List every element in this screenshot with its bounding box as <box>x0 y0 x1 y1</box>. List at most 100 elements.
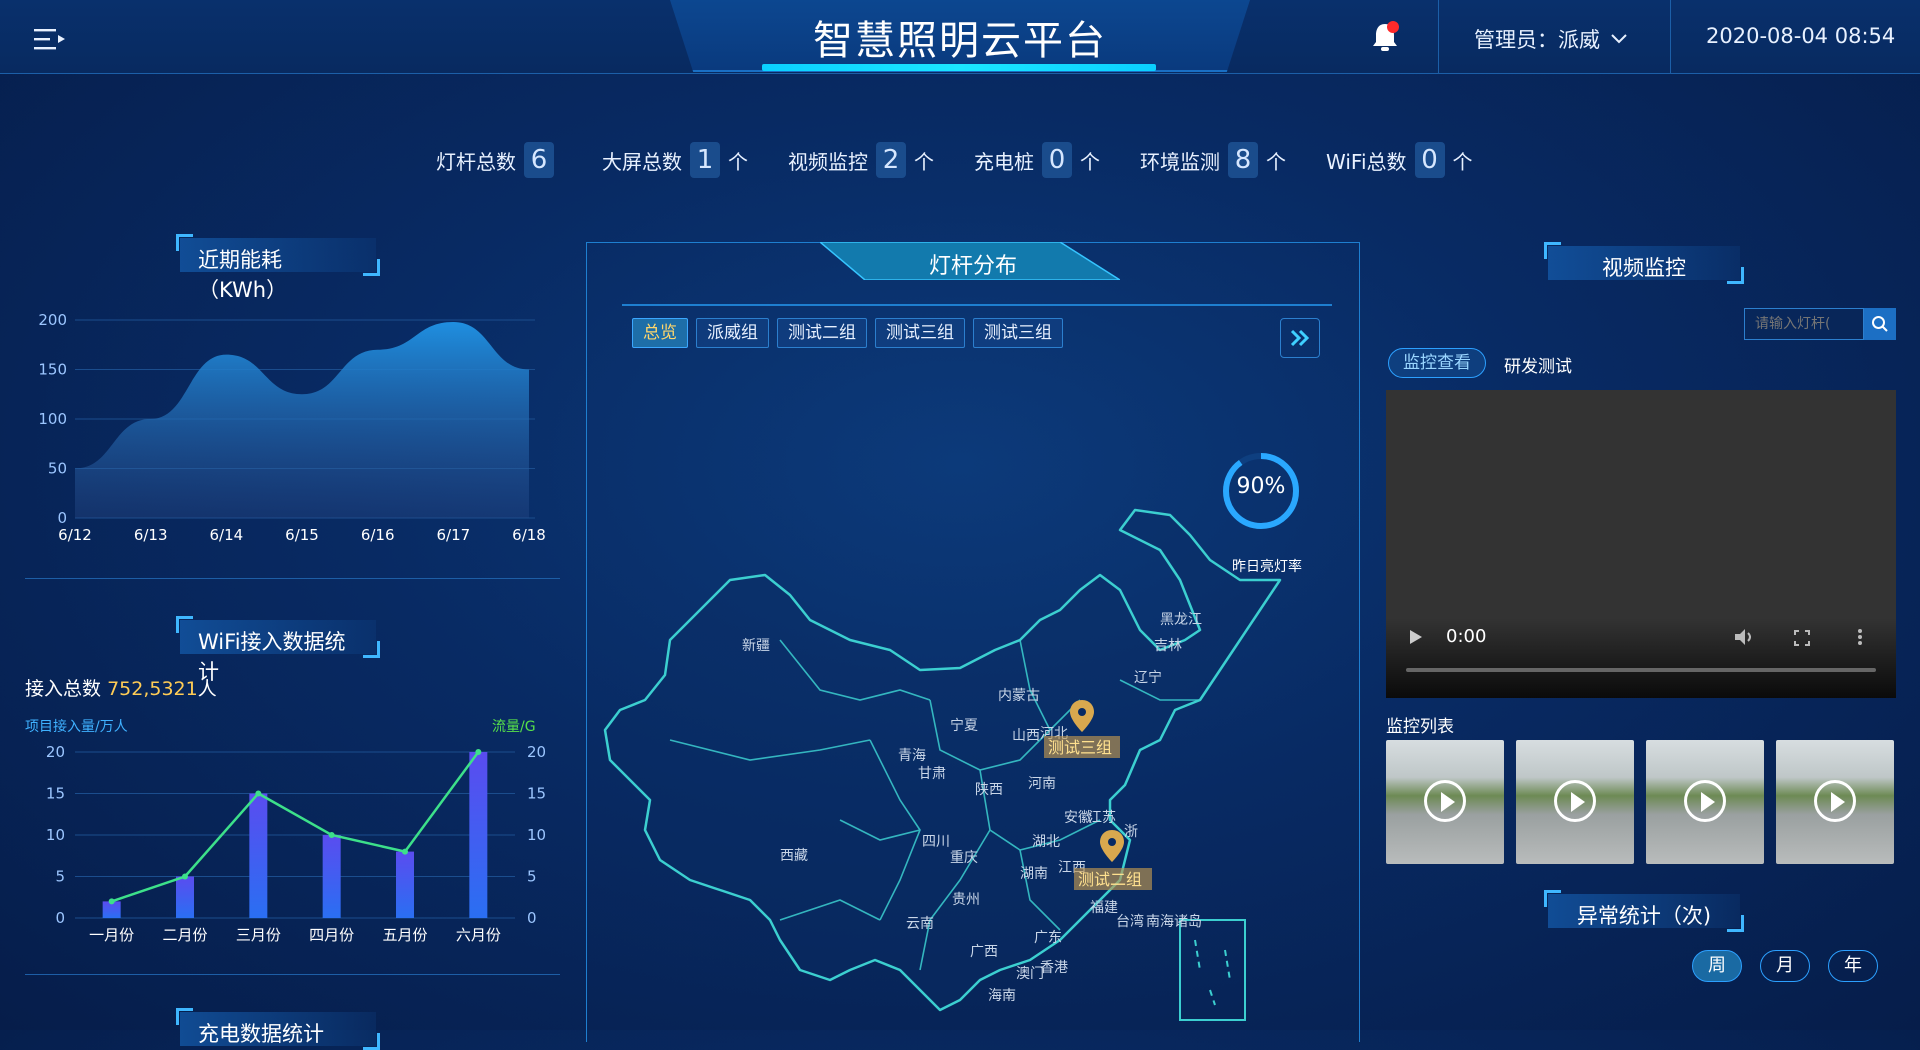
play-icon[interactable] <box>1408 628 1424 646</box>
x-tick-label: 6/15 <box>285 526 319 544</box>
play-circle-icon <box>1554 780 1596 822</box>
province-label: 陕西 <box>975 782 1003 798</box>
x-tick-label: 6/18 <box>512 526 546 544</box>
province-label: 云南 <box>906 916 934 932</box>
y2-tick-label: 0 <box>527 909 537 927</box>
period-week-button[interactable]: 周 <box>1692 950 1742 982</box>
y-tick-label: 20 <box>46 743 65 761</box>
province-label: 黑龙江 <box>1160 612 1202 628</box>
province-label: 江苏 <box>1088 810 1116 826</box>
count-label: 充电桩 <box>974 149 1034 174</box>
count-value: 1 <box>690 142 720 178</box>
wifi-bar <box>396 851 414 918</box>
province-label: 青海 <box>898 748 926 764</box>
monitor-thumbnail[interactable] <box>1386 740 1504 864</box>
traffic-point <box>108 898 115 905</box>
menu-toggle-icon[interactable] <box>34 27 66 51</box>
map-title: 灯杆分布 <box>928 254 1017 279</box>
province-label: 新疆 <box>742 638 770 654</box>
count-value: 0 <box>1414 142 1445 178</box>
y-tick-label: 100 <box>38 410 67 428</box>
count-label: 环境监测 <box>1140 149 1220 174</box>
wifi-bar-line-chart: 0 5 10 15 20 0 5 10 15 20 一月份 二月份 三月份 四月份 五月份 六月份 <box>46 743 546 944</box>
traffic-point <box>255 790 262 797</box>
monitor-thumbnail[interactable] <box>1776 740 1894 864</box>
x-tick-label: 四月份 <box>309 926 354 944</box>
tab-rd-test[interactable]: 研发测试 <box>1504 352 1572 377</box>
x-tick-label: 二月份 <box>162 926 207 944</box>
charge-section-title: 充电数据统计 <box>176 1008 380 1050</box>
y-tick-label: 150 <box>38 361 67 379</box>
period-month-button[interactable]: 月 <box>1760 950 1810 982</box>
lighting-rate-value: 90% <box>1236 474 1286 499</box>
y-tick-label: 0 <box>57 509 67 527</box>
province-label: 西藏 <box>780 848 808 864</box>
abnormal-section-title: 异常统计（次) <box>1544 890 1744 932</box>
province-label: 浙 <box>1124 824 1138 840</box>
tab-paiwei-group[interactable]: 派威组 <box>696 318 769 348</box>
energy-section-title: 近期能耗（KWh） <box>176 234 380 302</box>
province-label: 湖南 <box>1020 866 1048 882</box>
tab-test-group-2[interactable]: 测试二组 <box>777 318 867 348</box>
x-tick-label: 6/12 <box>58 526 92 544</box>
admin-dropdown[interactable]: 管理员：派威 <box>1474 24 1628 54</box>
group-tabs: 总览 派威组 测试二组 测试三组 测试三组 <box>632 318 1063 348</box>
wifi-bar <box>249 793 268 918</box>
volume-icon[interactable] <box>1734 628 1756 646</box>
x-tick-label: 三月份 <box>236 926 281 944</box>
next-tabs-button[interactable] <box>1280 318 1320 358</box>
count-unit: 个 <box>1266 149 1286 174</box>
province-label: 山西 <box>1012 728 1040 744</box>
province-label: 香港 <box>1040 960 1068 976</box>
video-player[interactable]: 0:00 <box>1386 390 1896 698</box>
monitor-thumbnail[interactable] <box>1646 740 1764 864</box>
province-label: 四川 <box>922 834 950 850</box>
count-value: 8 <box>1228 142 1258 178</box>
monitor-list-label: 监控列表 <box>1386 717 1454 737</box>
y-tick-label: 50 <box>48 460 67 478</box>
device-counts: 灯杆总数 6 大屏总数 1 个 视频监控 2 个 充电桩 0 个 环境监测 8 … <box>436 142 1513 178</box>
y-tick-label: 15 <box>46 785 65 803</box>
count-label: 大屏总数 <box>602 149 682 174</box>
wifi-bar <box>176 876 194 918</box>
search-button[interactable] <box>1864 308 1896 340</box>
count-value: 0 <box>1042 142 1072 178</box>
wifi-bar <box>322 835 341 918</box>
tab-monitor-view[interactable]: 监控查看 <box>1388 348 1486 378</box>
y-tick-label: 5 <box>55 868 65 886</box>
wifi-total-value: 752,5321 <box>107 678 198 700</box>
province-label: 甘肃 <box>918 766 946 782</box>
double-chevron-right-icon <box>1290 329 1310 347</box>
notification-bell-icon[interactable] <box>1370 20 1400 54</box>
province-label: 辽宁 <box>1134 669 1162 686</box>
count-item-screens: 大屏总数 1 个 <box>602 142 748 178</box>
y-tick-label: 10 <box>46 826 65 844</box>
period-year-button[interactable]: 年 <box>1828 950 1878 982</box>
play-circle-icon <box>1424 780 1466 822</box>
wifi-total: 接入总数 752,5321人 <box>25 674 217 701</box>
province-label: 宁夏 <box>950 717 978 734</box>
marker-label: 测试二组 <box>1078 870 1142 889</box>
province-label: 河南 <box>1028 776 1056 792</box>
energy-area <box>75 321 529 518</box>
count-item-video: 视频监控 2 个 <box>788 142 934 178</box>
tab-test-group-3b[interactable]: 测试三组 <box>973 318 1063 348</box>
province-label: 福建 <box>1090 900 1118 916</box>
pole-search-input[interactable] <box>1744 308 1864 340</box>
wifi-total-label: 接入总数 <box>25 678 102 700</box>
map-header-line <box>622 304 1332 306</box>
tab-overview[interactable]: 总览 <box>632 318 688 348</box>
x-tick-label: 五月份 <box>382 926 427 944</box>
section-divider <box>25 974 560 975</box>
monitor-thumbnail[interactable] <box>1516 740 1634 864</box>
video-progress-track[interactable] <box>1406 668 1876 672</box>
title-underline <box>762 64 1156 71</box>
wifi-left-axis-label: 项目接入量/万人 <box>25 719 128 735</box>
y2-tick-label: 15 <box>527 785 546 803</box>
more-options-icon[interactable] <box>1856 628 1864 646</box>
count-label: WiFi总数 <box>1326 149 1407 174</box>
tab-test-group-3[interactable]: 测试三组 <box>875 318 965 348</box>
fullscreen-icon[interactable] <box>1794 630 1810 646</box>
traffic-point <box>402 848 408 855</box>
province-label: 重庆 <box>950 850 978 866</box>
